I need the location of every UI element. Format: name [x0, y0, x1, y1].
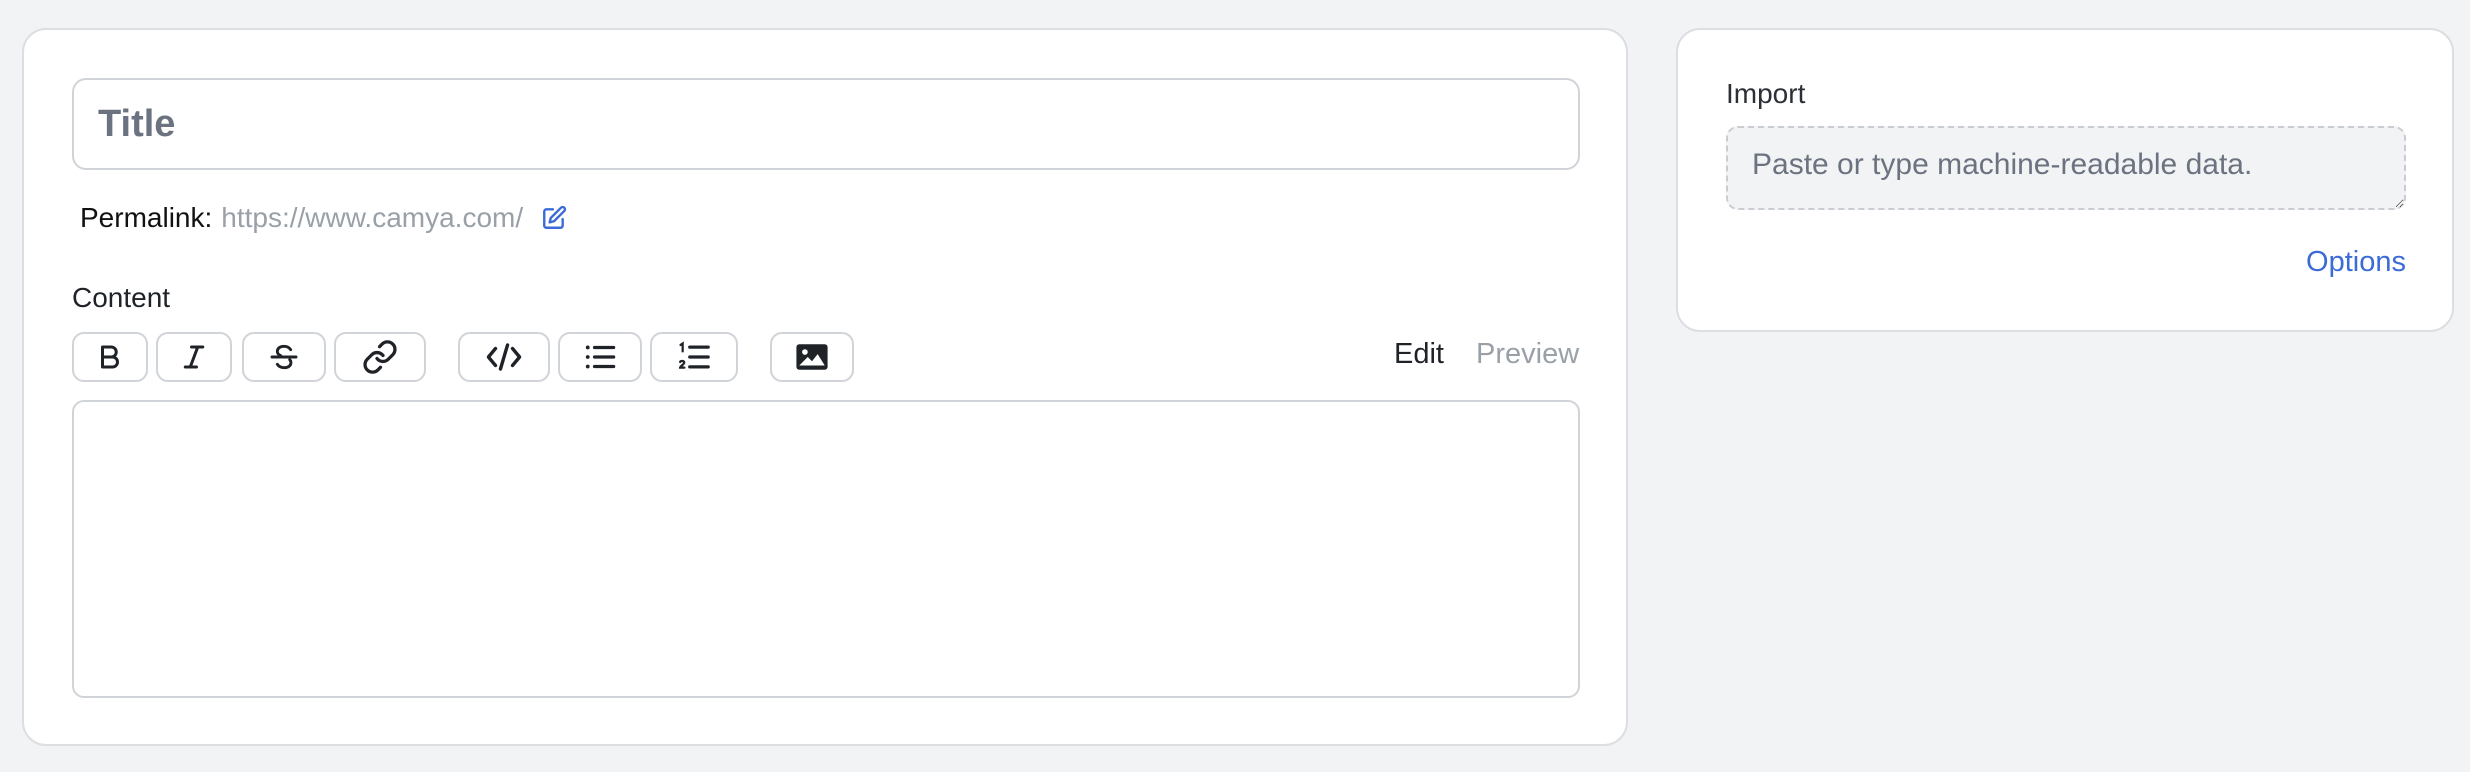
- italic-button[interactable]: [156, 332, 232, 382]
- edit-permalink-icon[interactable]: [541, 205, 567, 231]
- italic-icon: [183, 345, 205, 369]
- options-link[interactable]: Options: [2306, 246, 2406, 279]
- link-icon: [363, 340, 397, 374]
- content-editor[interactable]: [72, 400, 1580, 698]
- content-label: Content: [72, 282, 171, 313]
- tab-edit[interactable]: Edit: [1394, 338, 1444, 371]
- strikethrough-icon: [270, 344, 298, 370]
- import-label: Import: [1726, 78, 1806, 109]
- title-input[interactable]: [72, 78, 1580, 170]
- bullet-list-icon: [585, 345, 616, 369]
- image-button[interactable]: [770, 332, 854, 382]
- bold-icon: [101, 345, 119, 369]
- tab-preview[interactable]: Preview: [1476, 338, 1579, 371]
- image-icon: [796, 344, 828, 370]
- code-button[interactable]: [458, 332, 550, 382]
- link-button[interactable]: [334, 332, 426, 382]
- permalink-row: Permalink: https://www.camya.com/: [80, 198, 567, 238]
- numbered-list-button[interactable]: [650, 332, 738, 382]
- import-card: Import Options: [1676, 28, 2454, 332]
- bold-button[interactable]: [72, 332, 148, 382]
- permalink-label: Permalink:: [80, 202, 213, 233]
- permalink-url: https://www.camya.com/: [221, 202, 524, 233]
- import-textarea[interactable]: [1726, 126, 2406, 210]
- code-icon: [486, 343, 522, 371]
- editor-card: Permalink: https://www.camya.com/ Conten…: [22, 28, 1628, 746]
- strikethrough-button[interactable]: [242, 332, 326, 382]
- numbered-list-icon: [678, 341, 710, 369]
- bullet-list-button[interactable]: [558, 332, 642, 382]
